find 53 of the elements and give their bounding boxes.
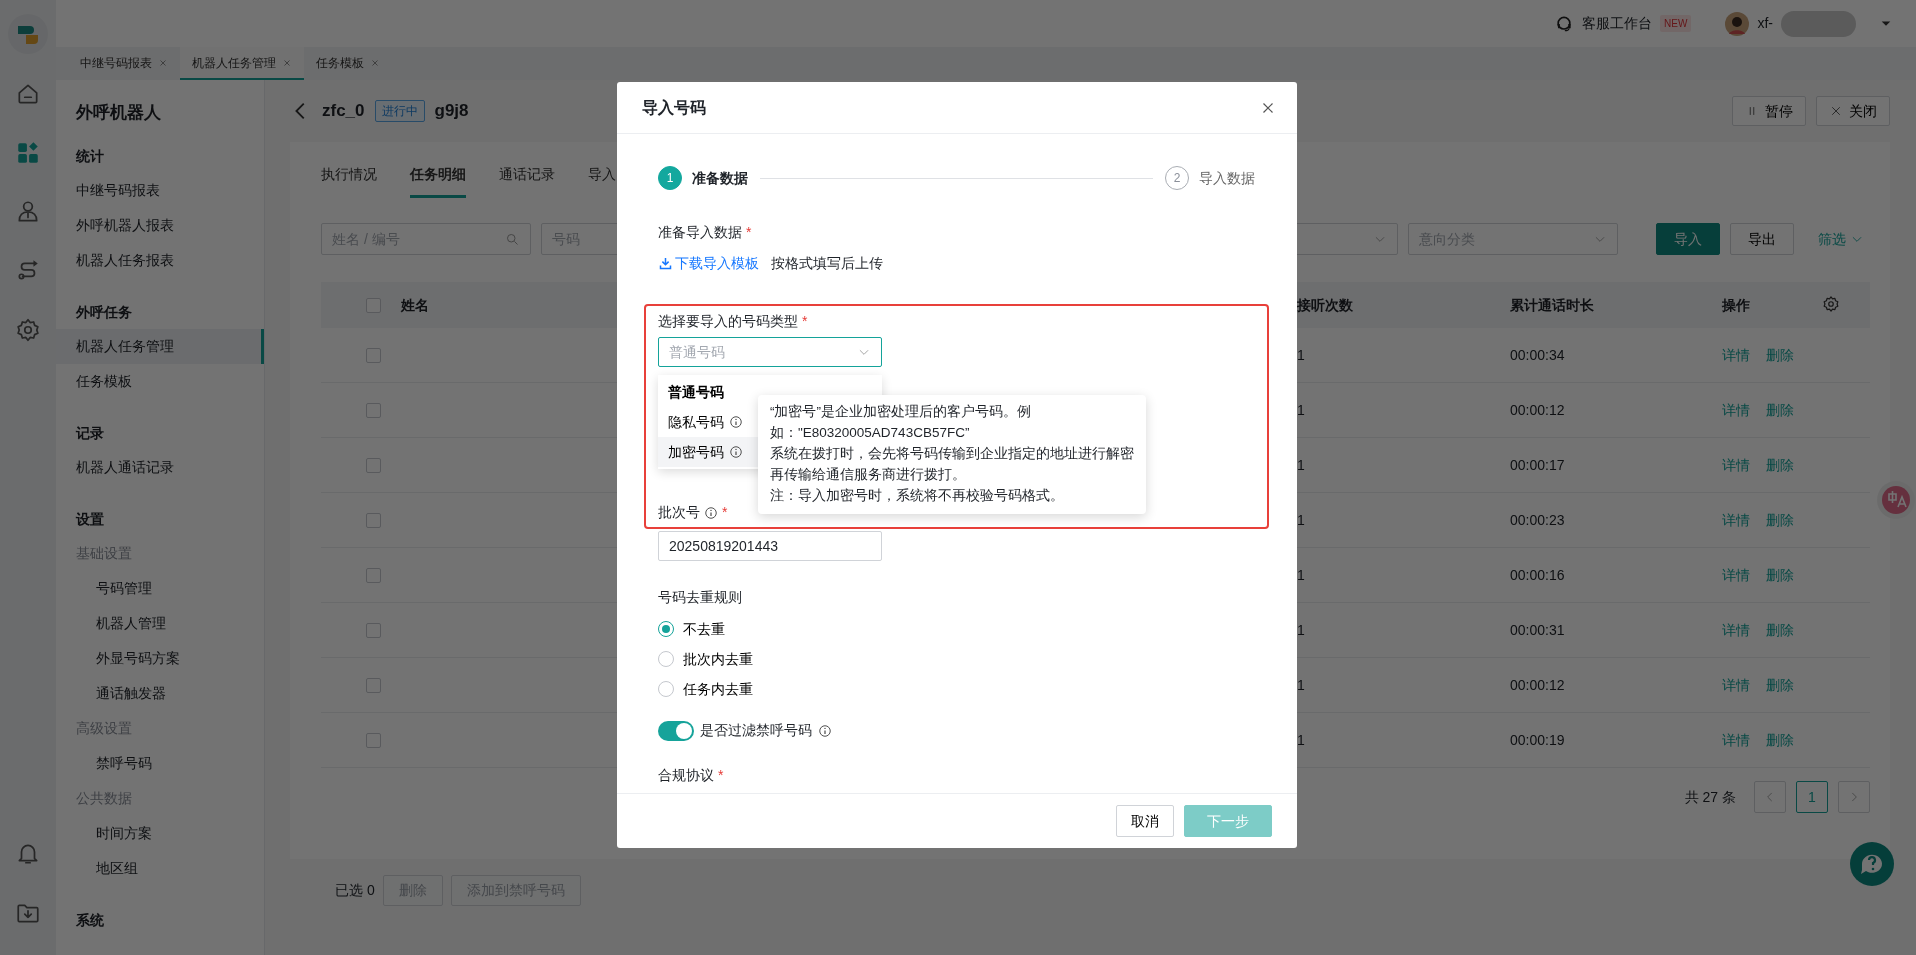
total-count: 共 27 条 (1684, 787, 1736, 807)
sidebar-title: 外呼机器人 (75, 102, 162, 124)
task-name: zfc_0 (322, 100, 365, 123)
dialog-title: 导入号码 (642, 97, 706, 118)
new-badge: NEW (1660, 15, 1692, 32)
sidebar-heading: 设置 (74, 509, 105, 529)
table-cell-text: 1 (1297, 730, 1306, 750)
step-number: 1 (658, 166, 682, 190)
tooltip-text: 如："E80320005AD743CB57FC” (770, 424, 971, 442)
table-cell-text: 00:00:19 (1510, 730, 1566, 750)
sidebar-heading: 系统 (75, 910, 105, 930)
step-label: 准备数据 (692, 168, 748, 188)
table-cell-text: 1 (1297, 345, 1306, 365)
selected-count: 已选 0 (335, 881, 375, 900)
table-cell-text: 00:00:16 (1510, 565, 1566, 585)
task-code: g9j8 (434, 100, 469, 123)
table-cell-text: 00:00:34 (1510, 345, 1566, 365)
toggle-label: 是否过滤禁呼号码 (700, 721, 812, 740)
table-cell-text: 1 (1297, 455, 1306, 475)
step-number: 2 (1165, 166, 1189, 190)
table-cell-text: 00:00:12 (1510, 675, 1566, 695)
table-cell-text: 00:00:17 (1510, 455, 1566, 475)
tooltip-text: “加密号”是企业加密处理后的客户号码。例 (770, 403, 1032, 421)
sidebar-heading: 外呼任务 (75, 302, 133, 322)
column-header: 操作 (1722, 295, 1750, 315)
status-badge: 进行中 (374, 100, 425, 122)
table-cell-text: 1 (1297, 400, 1306, 420)
table-cell-text: 1 (1297, 620, 1306, 640)
field-label: 选择要导入的号码类型 (658, 312, 798, 331)
table-cell-text: 1 (1297, 565, 1306, 585)
required-mark: * (718, 766, 724, 785)
column-header: 累计通话时长 (1510, 295, 1595, 315)
column-header: 姓名 (401, 295, 430, 315)
required-mark: * (722, 503, 728, 522)
tooltip-text: 系统在拨打时，会先将号码传输到企业指定的地址进行解密 (770, 445, 1134, 463)
tooltip-text: 注：导入加密号时，系统将不再校验号码格式。 (770, 487, 1065, 505)
field-label: 准备导入数据 (658, 223, 742, 242)
table-cell-text: 00:00:23 (1510, 510, 1566, 530)
required-mark: * (802, 312, 808, 331)
field-label: 合规协议 (658, 766, 714, 785)
table-cell-text: 1 (1297, 675, 1306, 695)
hint-text: 按格式填写后上传 (771, 254, 883, 273)
sidebar-heading: 记录 (74, 423, 105, 443)
required-mark: * (746, 223, 752, 242)
step-label: 导入数据 (1199, 168, 1255, 188)
table-cell-text: 00:00:31 (1510, 620, 1566, 640)
table-cell-text: 00:00:12 (1510, 400, 1566, 420)
tooltip-text: 再传输给通信服务商进行拨打。 (770, 466, 967, 484)
column-header: 接听次数 (1297, 295, 1354, 315)
sidebar-heading: 统计 (75, 146, 105, 166)
table-cell-text: 1 (1297, 510, 1306, 530)
field-label: 批次号 (658, 503, 700, 522)
field-label: 号码去重规则 (658, 588, 742, 607)
